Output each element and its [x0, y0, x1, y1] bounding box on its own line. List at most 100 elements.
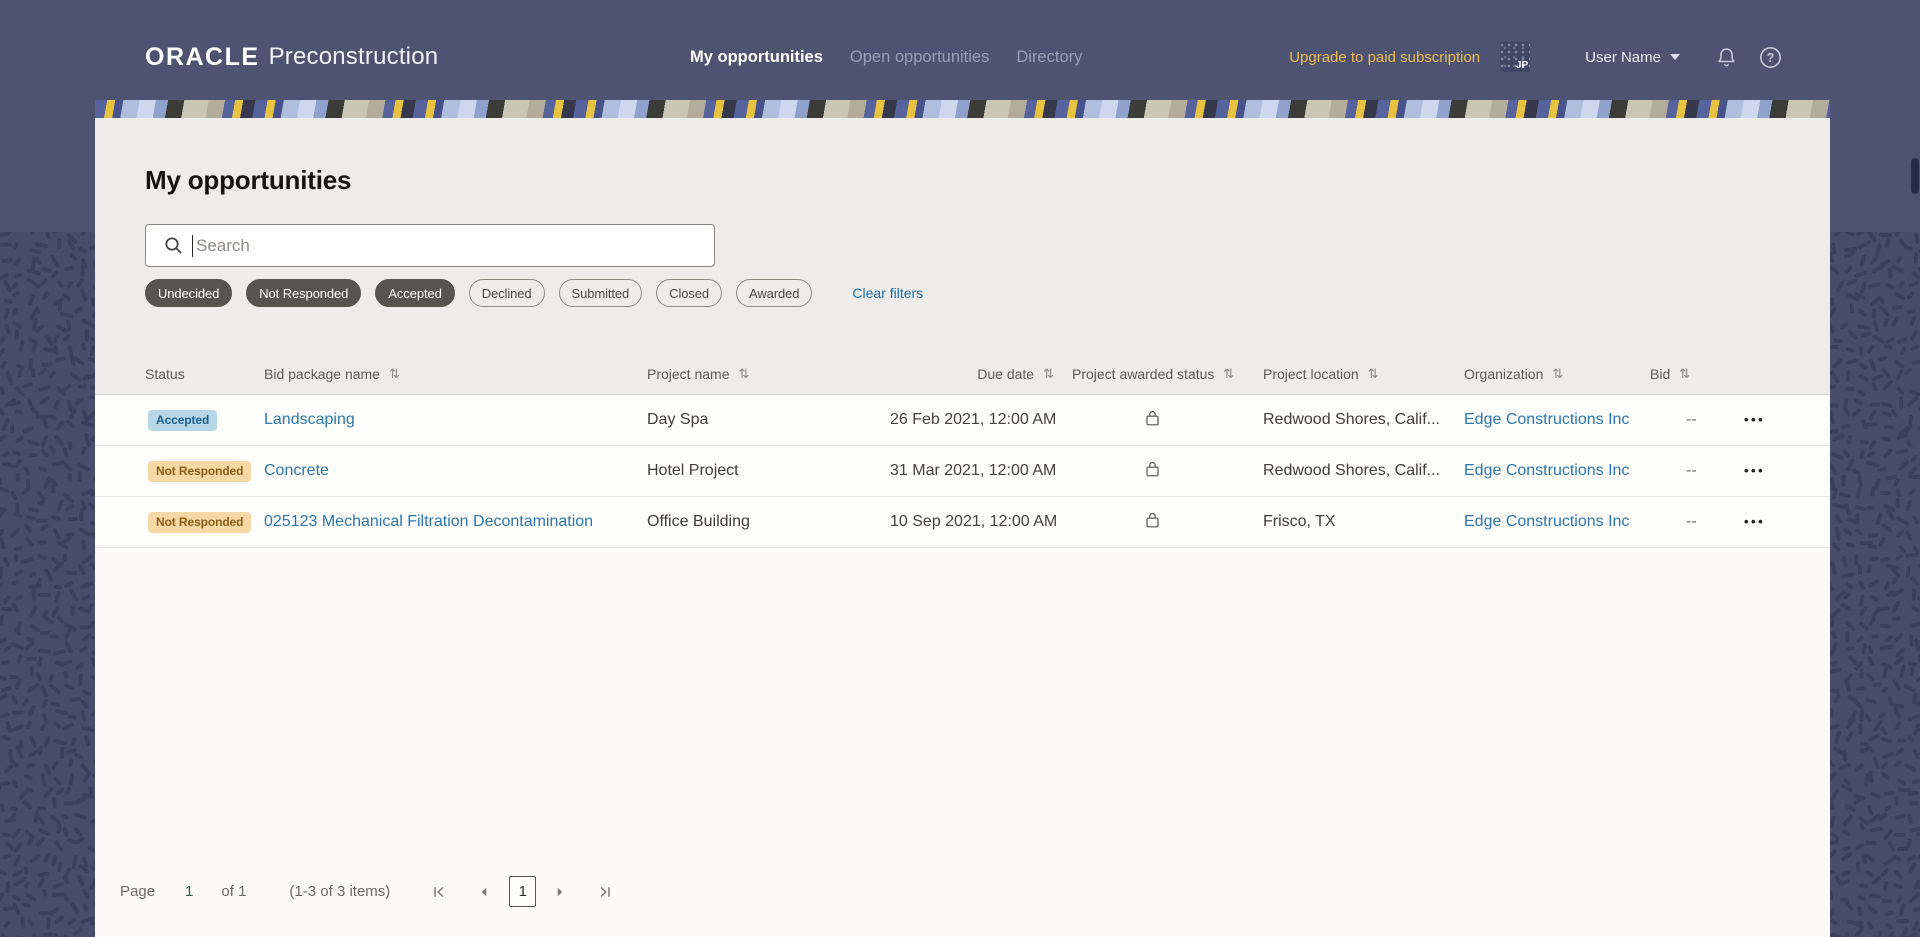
project-name-cell: Hotel Project	[647, 462, 739, 479]
sort-icon: ⇅	[388, 366, 400, 382]
column-header-organization[interactable]: Organization ⇅	[1446, 366, 1632, 382]
status-badge: Not Responded	[148, 511, 252, 533]
organization-cell: Edge Constructions Inc	[1446, 513, 1632, 531]
product-name: Preconstruction	[268, 43, 439, 70]
decorative-banner-strip	[95, 100, 1830, 118]
actions-cell: •••	[1720, 411, 1790, 429]
bid-package-link[interactable]: Landscaping	[264, 411, 355, 428]
avatar[interactable]: JP	[1500, 42, 1531, 72]
organization-link[interactable]: Edge Constructions Inc	[1464, 513, 1629, 530]
due-date-cell: 26 Feb 2021, 12:00 AM	[890, 411, 1057, 428]
filter-chip-declined[interactable]: Declined	[468, 279, 545, 307]
search-input[interactable]	[194, 234, 702, 257]
column-header-project-location[interactable]: Project location ⇅	[1245, 366, 1446, 382]
awarded-status-cell	[1060, 461, 1245, 482]
status-cell: Not Responded	[145, 511, 264, 533]
next-page-button[interactable]	[553, 885, 567, 899]
upgrade-subscription-link[interactable]: Upgrade to paid subscription	[1289, 49, 1480, 66]
filter-chip-accepted[interactable]: Accepted	[375, 279, 455, 307]
scrollbar-thumb[interactable]	[1911, 158, 1919, 194]
location-cell: Redwood Shores, Calif...	[1263, 411, 1440, 428]
pagination: Page 1 of 1 (1-3 of 3 items) 1	[95, 876, 612, 907]
sort-icon: ⇅	[1679, 366, 1691, 382]
user-name-label: User Name	[1585, 48, 1661, 66]
brand-logo: ORACLE Preconstruction	[145, 14, 438, 100]
content-panel: My opportunities Undecided Not Responded…	[95, 100, 1830, 937]
bid-cell: --	[1686, 513, 1697, 530]
oracle-logo: ORACLE	[145, 42, 260, 71]
bid-package-link[interactable]: 025123 Mechanical Filtration Decontamina…	[264, 513, 593, 530]
table-row: Not Responded 025123 Mechanical Filtrati…	[95, 497, 1830, 548]
user-menu[interactable]: User Name	[1585, 49, 1680, 66]
status-cell: Not Responded	[145, 460, 264, 482]
location-cell: Frisco, TX	[1263, 513, 1336, 530]
due-date-cell: 10 Sep 2021, 12:00 AM	[890, 513, 1058, 530]
bid-package-cell: 025123 Mechanical Filtration Decontamina…	[264, 513, 647, 531]
table-row: Not Responded Concrete Hotel Project 31 …	[95, 446, 1830, 497]
table-footer-area: Page 1 of 1 (1-3 of 3 items) 1	[95, 548, 1830, 937]
first-page-button[interactable]	[432, 885, 446, 899]
lock-icon	[1146, 410, 1159, 425]
nav-open-opportunities[interactable]: Open opportunities	[850, 48, 989, 67]
svg-text:?: ?	[1767, 51, 1775, 65]
items-summary: (1-3 of 3 items)	[289, 883, 391, 900]
nav-my-opportunities[interactable]: My opportunities	[690, 48, 823, 67]
row-menu-icon[interactable]: •••	[1744, 514, 1765, 529]
column-header-due-date[interactable]: Due date ⇅	[890, 366, 1060, 382]
avatar-initials: JP	[1515, 60, 1529, 71]
organization-link[interactable]: Edge Constructions Inc	[1464, 462, 1629, 479]
column-header-bid[interactable]: Bid ⇅	[1632, 366, 1720, 382]
sort-icon: ⇅	[1367, 366, 1379, 382]
filter-chip-not-responded[interactable]: Not Responded	[246, 279, 362, 307]
current-page-box[interactable]: 1	[509, 876, 537, 907]
nav-directory[interactable]: Directory	[1016, 48, 1082, 67]
bid-package-link[interactable]: Concrete	[264, 462, 329, 479]
bid-cell: --	[1686, 462, 1697, 479]
bid-cell: --	[1686, 411, 1697, 428]
sort-icon: ⇅	[1223, 366, 1235, 382]
search-box[interactable]	[145, 224, 715, 267]
project-name-cell: Day Spa	[647, 411, 709, 428]
column-header-project-awarded-status[interactable]: Project awarded status ⇅	[1060, 366, 1245, 382]
filter-chip-awarded[interactable]: Awarded	[736, 279, 813, 307]
organization-cell: Edge Constructions Inc	[1446, 462, 1632, 480]
sort-icon: ⇅	[1043, 366, 1054, 382]
actions-cell: •••	[1720, 462, 1790, 480]
main-nav: My opportunities Open opportunities Dire…	[690, 14, 1082, 100]
row-menu-icon[interactable]: •••	[1744, 412, 1765, 427]
column-header-project-name[interactable]: Project name ⇅	[647, 366, 890, 382]
filter-chip-closed[interactable]: Closed	[656, 279, 723, 307]
sort-icon: ⇅	[738, 366, 750, 382]
help-button[interactable]: ?	[1759, 46, 1782, 69]
notifications-button[interactable]	[1716, 46, 1737, 68]
filter-chip-undecided[interactable]: Undecided	[145, 279, 233, 307]
search-icon	[165, 237, 182, 254]
app-header: ORACLE Preconstruction My opportunities …	[0, 0, 1920, 100]
actions-cell: •••	[1720, 513, 1790, 531]
due-date-cell: 31 Mar 2021, 12:00 AM	[890, 462, 1057, 479]
status-badge: Accepted	[148, 409, 218, 431]
column-header-bid-package-name[interactable]: Bid package name ⇅	[264, 366, 647, 382]
chevron-down-icon	[1670, 54, 1680, 60]
text-cursor	[192, 234, 193, 257]
current-page-value: 1	[185, 883, 194, 900]
lock-icon	[1146, 461, 1159, 476]
bid-package-cell: Landscaping	[264, 411, 647, 429]
clear-filters-link[interactable]: Clear filters	[852, 285, 923, 301]
previous-page-button[interactable]	[477, 885, 491, 899]
last-page-icon	[600, 886, 611, 897]
row-menu-icon[interactable]: •••	[1744, 463, 1765, 478]
project-name-cell: Office Building	[647, 513, 750, 530]
organization-cell: Edge Constructions Inc	[1446, 411, 1632, 429]
sort-icon: ⇅	[1552, 366, 1564, 382]
table-header-row: Status Bid package name ⇅ Project name ⇅ D…	[145, 354, 1790, 394]
organization-link[interactable]: Edge Constructions Inc	[1464, 411, 1629, 428]
awarded-status-cell	[1060, 512, 1245, 533]
status-cell: Accepted	[145, 409, 264, 431]
background-pattern-left	[0, 232, 95, 937]
background-pattern-right	[1830, 232, 1920, 937]
previous-page-icon	[482, 887, 487, 896]
last-page-button[interactable]	[598, 885, 612, 899]
filter-chip-submitted[interactable]: Submitted	[558, 279, 643, 307]
bid-package-cell: Concrete	[264, 462, 647, 480]
